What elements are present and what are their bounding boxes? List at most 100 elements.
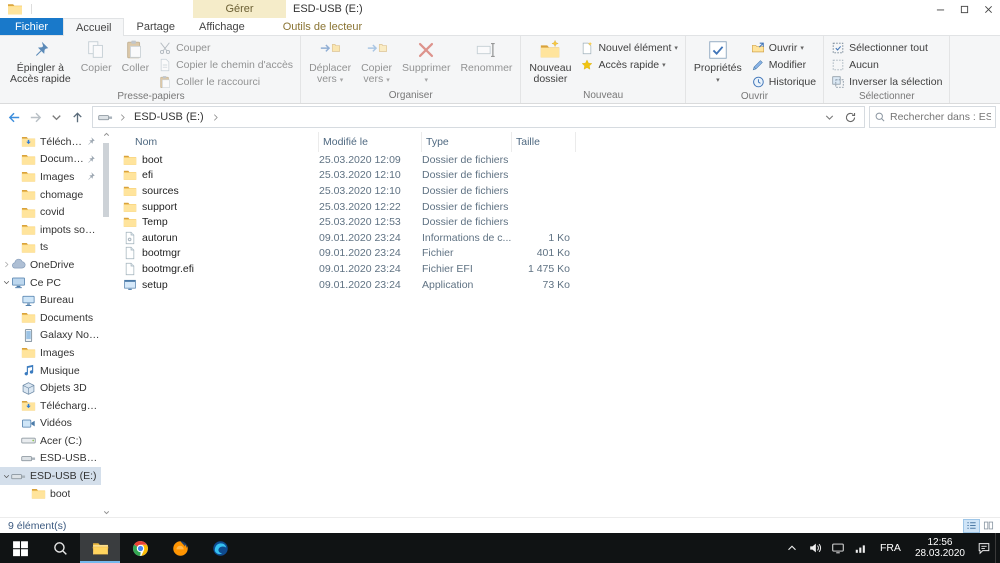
details-view-button[interactable] xyxy=(963,519,980,533)
chevron-right-icon[interactable] xyxy=(2,260,11,269)
scrollbar-thumb[interactable] xyxy=(103,143,109,217)
sidebar-item-galaxy-note8-do[interactable]: Galaxy Note8 do xyxy=(0,327,111,345)
tray-chevron-up-button[interactable] xyxy=(781,533,804,563)
nouvel-element-button[interactable]: Nouvel élément ▾ xyxy=(576,39,681,56)
column-header-nom[interactable]: Nom xyxy=(121,132,319,152)
sidebar-item-musique[interactable]: Musique xyxy=(0,362,111,380)
thumbnails-view-button[interactable] xyxy=(980,519,997,533)
folder-icon xyxy=(123,153,137,167)
sidebar-item-acer-c[interactable]: Acer (C:) xyxy=(0,432,111,450)
epingler-a-acces-rapide-button[interactable]: Épingler àAccès rapide xyxy=(5,37,76,85)
search-input[interactable] xyxy=(890,111,991,123)
taskbar-start-button[interactable] xyxy=(0,533,40,563)
sidebar-item-ts[interactable]: ts xyxy=(0,239,111,257)
sidebar-item-bureau[interactable]: Bureau xyxy=(0,291,111,309)
sidebar-item-images[interactable]: Images xyxy=(0,168,111,186)
sidebar-item-esd-usb-e[interactable]: ESD-USB (E:) xyxy=(0,467,111,485)
file-row-bootmgr[interactable]: bootmgr09.01.2020 23:24Fichier401 Ko xyxy=(121,246,1000,262)
file-row-efi[interactable]: efi25.03.2020 12:10Dossier de fichiers xyxy=(121,168,1000,184)
taskbar-firefox-button[interactable] xyxy=(160,533,200,563)
file-row-sources[interactable]: sources25.03.2020 12:10Dossier de fichie… xyxy=(121,183,1000,199)
tab-fichier[interactable]: Fichier xyxy=(0,18,63,35)
file-row-temp[interactable]: Temp25.03.2020 12:53Dossier de fichiers xyxy=(121,214,1000,230)
couper-button[interactable]: Couper xyxy=(154,39,297,56)
downloads-icon xyxy=(21,134,36,149)
refresh-icon[interactable] xyxy=(844,111,857,124)
copier-vers-button[interactable]: Copiervers ▾ xyxy=(356,37,397,86)
tab-accueil[interactable]: Accueil xyxy=(63,18,124,36)
sidebar-item-esd-usb-e[interactable]: ESD-USB (E:) xyxy=(0,450,111,468)
taskbar-file-explorer-button[interactable] xyxy=(80,533,120,563)
modifier-button[interactable]: Modifier xyxy=(747,56,820,73)
sidebar-item-objets-3d[interactable]: Objets 3D xyxy=(0,379,111,397)
sidebar-item-impots-source[interactable]: impots source xyxy=(0,221,111,239)
scroll-up-icon[interactable] xyxy=(102,130,111,139)
file-row-autorun[interactable]: autorun09.01.2020 23:24Informations de c… xyxy=(121,230,1000,246)
column-header-modifie-le[interactable]: Modifié le xyxy=(319,132,422,152)
taskbar-search-button[interactable] xyxy=(40,533,80,563)
sidebar-item-images[interactable]: Images xyxy=(0,344,111,362)
supprimer-button[interactable]: Supprimer▾ xyxy=(397,37,455,86)
historique-button[interactable]: Historique xyxy=(747,73,820,90)
column-header-taille[interactable]: Taille xyxy=(512,132,576,152)
acces-rapide-button[interactable]: Accès rapide ▾ xyxy=(576,56,681,73)
chevron-spacer xyxy=(22,489,31,498)
language-indicator[interactable]: FRA xyxy=(873,533,908,563)
sidebar-item-documents[interactable]: Documents xyxy=(0,309,111,327)
taskbar-chrome-button[interactable] xyxy=(120,533,160,563)
recent-locations-button[interactable] xyxy=(46,107,67,127)
file-row-support[interactable]: support25.03.2020 12:22Dossier de fichie… xyxy=(121,199,1000,215)
coller-button[interactable]: Coller xyxy=(117,37,154,85)
sidebar-item-boot[interactable]: boot xyxy=(0,485,111,503)
close-button[interactable] xyxy=(976,0,1000,18)
ouvrir-button[interactable]: Ouvrir ▾ xyxy=(747,39,820,56)
usb-icon xyxy=(11,469,26,484)
show-desktop-button[interactable] xyxy=(995,533,1000,563)
tray-volume-button[interactable] xyxy=(804,533,827,563)
chevron-down-icon[interactable] xyxy=(2,278,11,287)
file-row-boot[interactable]: boot25.03.2020 12:09Dossier de fichiers xyxy=(121,152,1000,168)
scroll-down-icon[interactable] xyxy=(102,508,111,517)
deplacer-vers-button[interactable]: Déplacervers ▾ xyxy=(304,37,356,86)
tab-affichage[interactable]: Affichage xyxy=(187,18,257,35)
file-row-setup[interactable]: setup09.01.2020 23:24Application73 Ko xyxy=(121,277,1000,293)
selectionner-tout-button[interactable]: Sélectionner tout xyxy=(827,39,946,56)
proprietes-button[interactable]: Propriétés▾ xyxy=(689,37,747,86)
coller-le-raccourci-button[interactable]: Coller le raccourci xyxy=(154,73,297,90)
aucun-button[interactable]: Aucun xyxy=(827,56,946,73)
taskbar-edge-button[interactable] xyxy=(200,533,240,563)
action-center-button[interactable] xyxy=(972,533,995,563)
copy-to-icon xyxy=(366,39,388,61)
address-box[interactable]: ESD-USB (E:) xyxy=(92,106,865,128)
forward-button[interactable] xyxy=(25,107,46,127)
sidebar-item-onedrive[interactable]: OneDrive xyxy=(0,256,111,274)
nouveau-dossier-button[interactable]: Nouveaudossier xyxy=(524,37,576,85)
sidebar-item-covid[interactable]: covid xyxy=(0,203,111,221)
address-dropdown-icon[interactable] xyxy=(823,111,836,124)
breadcrumb-segment[interactable]: ESD-USB (E:) xyxy=(130,111,208,123)
tray-network-button[interactable] xyxy=(850,533,873,563)
copier-le-chemin-d-acces-button[interactable]: Copier le chemin d'accès xyxy=(154,56,297,73)
file-row-bootmgr-efi[interactable]: bootmgr.efi09.01.2020 23:24Fichier EFI1 … xyxy=(121,261,1000,277)
status-bar: 9 élément(s) xyxy=(0,517,1000,533)
tab-outils-de-lecteur[interactable]: Outils de lecteur xyxy=(271,18,374,35)
inverser-la-selection-button[interactable]: Inverser la sélection xyxy=(827,73,946,90)
taskbar-clock[interactable]: 12:56 28.03.2020 xyxy=(908,533,972,563)
up-button[interactable] xyxy=(67,107,88,127)
sidebar-item-documents[interactable]: Documents xyxy=(0,151,111,169)
sidebar-scrollbar[interactable] xyxy=(101,130,111,517)
minimize-button[interactable] xyxy=(928,0,952,18)
copier-button[interactable]: Copier xyxy=(76,37,117,85)
tray-pc-tray-button[interactable] xyxy=(827,533,850,563)
sidebar-item-videos[interactable]: Vidéos xyxy=(0,415,111,433)
renommer-button[interactable]: Renommer xyxy=(455,37,517,85)
sidebar-item-ce-pc[interactable]: Ce PC xyxy=(0,274,111,292)
column-header-type[interactable]: Type xyxy=(422,132,512,152)
back-button[interactable] xyxy=(4,107,25,127)
sidebar-item-telechargements[interactable]: Téléchargements xyxy=(0,133,111,151)
chevron-down-icon[interactable] xyxy=(2,472,11,481)
sidebar-item-telechargements[interactable]: Téléchargements xyxy=(0,397,111,415)
maximize-button[interactable] xyxy=(952,0,976,18)
sidebar-item-chomage[interactable]: chomage xyxy=(0,186,111,204)
tab-partage[interactable]: Partage xyxy=(124,18,187,35)
